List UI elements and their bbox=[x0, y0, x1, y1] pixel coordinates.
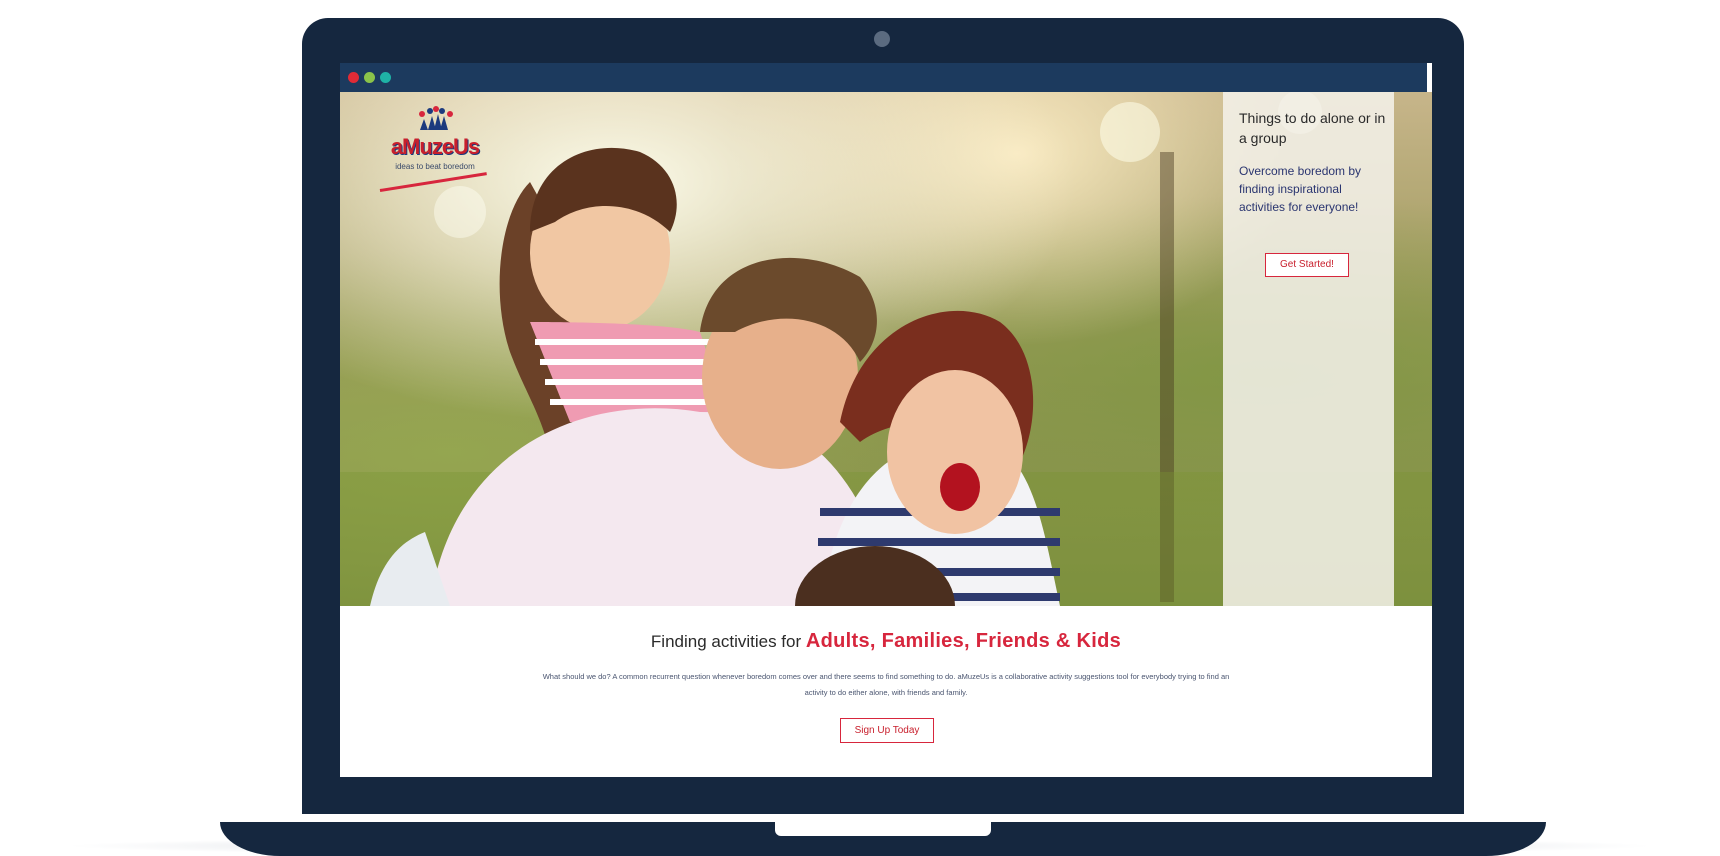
laptop-base-notch bbox=[775, 822, 991, 836]
headline-prefix: Finding activities for bbox=[650, 632, 806, 651]
brand-logo[interactable]: aMuzeUs ideas to beat boredom bbox=[380, 100, 490, 200]
intro-section: Finding activities for Adults, Families,… bbox=[340, 606, 1432, 777]
get-started-button[interactable]: Get Started! bbox=[1265, 253, 1349, 277]
window-close-dot-icon[interactable] bbox=[348, 72, 359, 83]
sign-up-button[interactable]: Sign Up Today bbox=[840, 718, 934, 743]
logo-people-icon bbox=[419, 106, 453, 130]
headline-accent: Adults, Families, Friends & Kids bbox=[805, 630, 1122, 652]
logo-tagline: ideas to beat boredom bbox=[395, 162, 475, 171]
logo-wordmark: aMuzeUs bbox=[390, 134, 480, 159]
side-panel-description: Overcome boredom by finding inspirationa… bbox=[1239, 164, 1362, 214]
webcam-icon bbox=[874, 31, 890, 47]
side-panel-title: Things to do alone or in a group bbox=[1239, 110, 1386, 146]
hero-side-panel: Things to do alone or in a group Overcom… bbox=[1223, 92, 1394, 606]
laptop-screen: aMuzeUs ideas to beat boredom Things to … bbox=[340, 63, 1432, 777]
window-minimize-dot-icon[interactable] bbox=[364, 72, 375, 83]
browser-title-bar bbox=[340, 63, 1427, 92]
intro-paragraph: What should we do? A common recurrent qu… bbox=[542, 672, 1230, 697]
window-maximize-dot-icon[interactable] bbox=[380, 72, 391, 83]
section-headline: Finding activities for Adults, Families,… bbox=[340, 630, 1432, 653]
